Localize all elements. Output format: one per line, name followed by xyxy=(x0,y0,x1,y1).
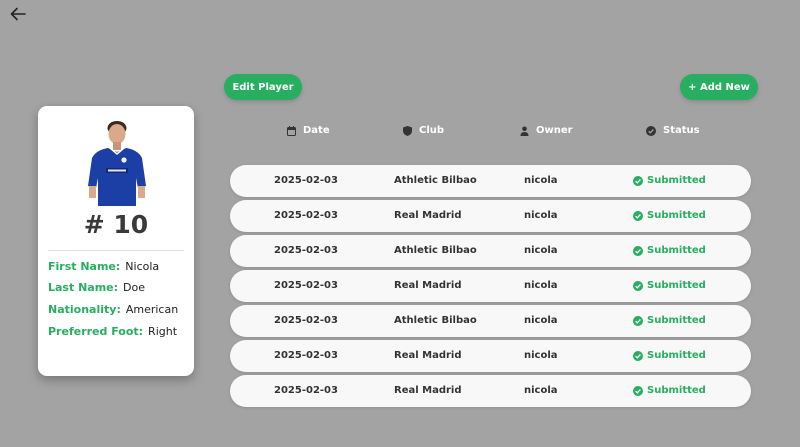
row-owner: nicola xyxy=(524,245,558,256)
edit-player-button[interactable]: Edit Player xyxy=(224,74,302,100)
row-owner: nicola xyxy=(524,350,558,361)
row-status-label: Submitted xyxy=(647,175,706,186)
row-status: Submitted xyxy=(633,210,706,221)
table-row[interactable]: 2025-02-03 Athletic Bilbao nicola Submitted xyxy=(230,235,751,267)
first-name-row: First Name: Nicola xyxy=(48,260,159,273)
check-circle-icon xyxy=(633,280,643,291)
first-name-value: Nicola xyxy=(125,260,160,273)
table-row[interactable]: 2025-02-03 Real Madrid nicola Submitted xyxy=(230,340,751,372)
row-club: Real Madrid xyxy=(394,385,462,396)
check-circle-icon xyxy=(633,210,643,221)
row-owner: nicola xyxy=(524,315,558,326)
shield-icon xyxy=(403,125,412,136)
header-owner-label: Owner xyxy=(536,125,573,136)
player-card: # 10 First Name: Nicola Last Name: Doe Nat… xyxy=(38,106,194,376)
header-owner[interactable]: Owner xyxy=(520,125,573,136)
nationality-value: American xyxy=(125,303,179,316)
table-row[interactable]: 2025-02-03 Real Madrid nicola Submitted xyxy=(230,200,751,232)
row-owner: nicola xyxy=(524,280,558,291)
row-date: 2025-02-03 xyxy=(274,280,338,291)
row-club: Real Madrid xyxy=(394,280,462,291)
table-row[interactable]: 2025-02-03 Real Madrid nicola Submitted xyxy=(230,375,751,407)
header-status[interactable]: Status xyxy=(646,125,700,136)
preferred-foot-row: Preferred Foot: Right xyxy=(48,325,177,338)
calendar-icon xyxy=(287,125,296,136)
back-button[interactable] xyxy=(9,6,27,22)
row-status: Submitted xyxy=(633,245,706,256)
check-circle-icon xyxy=(633,175,643,186)
row-date: 2025-02-03 xyxy=(274,175,338,186)
row-date: 2025-02-03 xyxy=(274,315,338,326)
last-name-label: Last Name: xyxy=(48,281,119,294)
row-date: 2025-02-03 xyxy=(274,210,338,221)
row-club: Athletic Bilbao xyxy=(394,315,477,326)
row-date: 2025-02-03 xyxy=(274,385,338,396)
row-club: Real Madrid xyxy=(394,210,462,221)
arrow-left-icon xyxy=(10,7,26,21)
header-club-label: Club xyxy=(419,125,445,136)
row-status-label: Submitted xyxy=(647,315,706,326)
row-status-label: Submitted xyxy=(647,210,706,221)
header-date-label: Date xyxy=(303,125,330,136)
row-status: Submitted xyxy=(633,385,706,396)
row-club: Real Madrid xyxy=(394,350,462,361)
nationality-row: Nationality: American xyxy=(48,303,178,316)
row-status: Submitted xyxy=(633,280,706,291)
row-status: Submitted xyxy=(633,175,706,186)
first-name-label: First Name: xyxy=(48,260,121,273)
player-detail-page: Edit Player + Add New # 10 First Name: N… xyxy=(0,0,800,447)
check-circle-icon xyxy=(646,125,656,136)
table-row[interactable]: 2025-02-03 Athletic Bilbao nicola Submitted xyxy=(230,165,751,197)
row-status-label: Submitted xyxy=(647,280,706,291)
person-icon xyxy=(520,126,529,136)
header-club[interactable]: Club xyxy=(403,125,444,136)
row-club: Athletic Bilbao xyxy=(394,175,477,186)
last-name-value: Doe xyxy=(123,281,145,294)
card-divider xyxy=(48,250,184,251)
row-status: Submitted xyxy=(633,350,706,361)
nationality-label: Nationality: xyxy=(48,303,121,316)
row-owner: nicola xyxy=(524,210,558,221)
row-status-label: Submitted xyxy=(647,245,706,256)
row-date: 2025-02-03 xyxy=(274,245,338,256)
add-new-button[interactable]: + Add New xyxy=(680,74,758,100)
player-photo xyxy=(88,121,146,206)
row-owner: nicola xyxy=(524,385,558,396)
row-status: Submitted xyxy=(633,315,706,326)
preferred-foot-value: Right xyxy=(148,325,178,338)
row-date: 2025-02-03 xyxy=(274,350,338,361)
check-circle-icon xyxy=(633,245,643,256)
table-row[interactable]: 2025-02-03 Athletic Bilbao nicola Submitted xyxy=(230,305,751,337)
header-status-label: Status xyxy=(663,125,700,136)
table-row[interactable]: 2025-02-03 Real Madrid nicola Submitted xyxy=(230,270,751,302)
player-number: # 10 xyxy=(83,210,149,239)
row-status-label: Submitted xyxy=(647,385,706,396)
last-name-row: Last Name: Doe xyxy=(48,281,145,294)
preferred-foot-label: Preferred Foot: xyxy=(48,325,144,338)
check-circle-icon xyxy=(633,385,643,396)
row-status-label: Submitted xyxy=(647,350,706,361)
row-owner: nicola xyxy=(524,175,558,186)
header-date[interactable]: Date xyxy=(287,125,330,136)
check-circle-icon xyxy=(633,315,643,326)
check-circle-icon xyxy=(633,350,643,361)
row-club: Athletic Bilbao xyxy=(394,245,477,256)
